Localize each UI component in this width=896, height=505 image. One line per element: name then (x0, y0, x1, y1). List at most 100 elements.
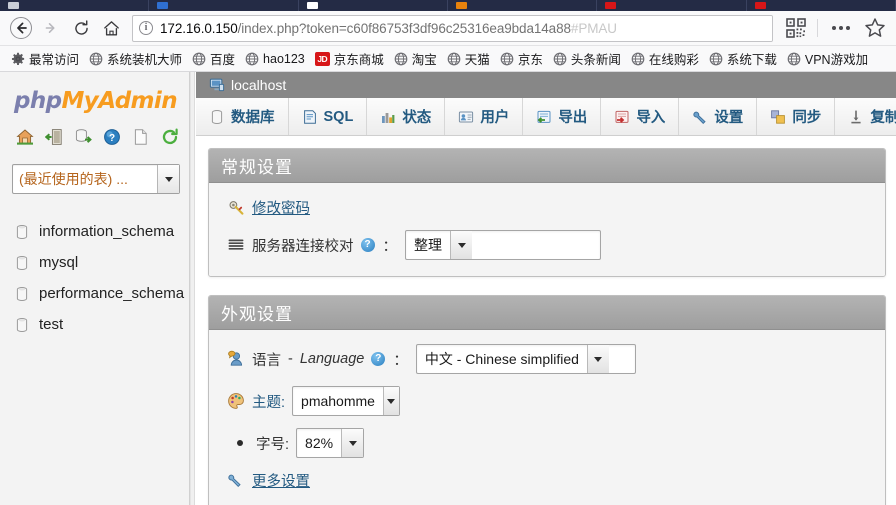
chevron-down-icon[interactable] (382, 387, 400, 415)
home-icon[interactable] (16, 128, 34, 146)
browser-tabstrip[interactable] (0, 0, 896, 11)
tab-label: 导出 (558, 110, 588, 126)
bookmark-item-jd-mall[interactable]: JD 京东商城 (310, 48, 389, 70)
bookmarks-bar: 最常访问 系统装机大师 百度 hao123 JD 京东商城 淘宝 天猫 京东 头… (0, 46, 896, 72)
logout-icon[interactable] (45, 128, 63, 146)
recent-tables-wrap: (最近使用的表) ... (0, 146, 189, 194)
tab-status[interactable]: 状态 (367, 98, 446, 135)
back-button[interactable] (6, 14, 36, 42)
tab-label: 状态 (402, 110, 432, 126)
qr-code-icon (786, 18, 806, 38)
tab-import[interactable]: 导入 (601, 98, 680, 135)
row-change-password[interactable]: 修改密码 (227, 197, 885, 218)
tab-replication[interactable]: 复制 (835, 98, 896, 135)
tab-sql[interactable]: SQL (288, 98, 368, 135)
pma-sidebar: phpMyAdmin ? (最近使用的表) ... information_sc… (0, 72, 190, 505)
globe-icon (447, 52, 461, 65)
browser-tab[interactable] (747, 0, 896, 11)
collation-label: 服务器连接校对 (252, 238, 354, 255)
server-monitor-icon (209, 78, 225, 92)
bookmark-label: 系统下载 (726, 53, 777, 67)
change-password-link[interactable]: 修改密码 (252, 197, 310, 218)
bookmark-item-toutiao[interactable]: 头条新闻 (548, 48, 626, 70)
documentation-icon[interactable] (132, 128, 150, 146)
globe-icon (192, 52, 206, 65)
theme-select[interactable]: pmahomme (292, 386, 401, 416)
tab-databases[interactable]: 数据库 (196, 98, 289, 135)
bookmark-item-tmall[interactable]: 天猫 (442, 48, 495, 70)
help-icon[interactable]: ? (103, 128, 121, 146)
tab-label: 导入 (636, 110, 666, 126)
reload-icon[interactable] (161, 128, 179, 146)
home-button[interactable] (96, 14, 126, 42)
browser-tab[interactable] (448, 0, 598, 11)
tab-export[interactable]: 导出 (523, 98, 602, 135)
bookmark-item-lottery[interactable]: 在线购彩 (626, 48, 704, 70)
language-label: 语言 (252, 352, 281, 369)
tab-favicon (754, 2, 766, 9)
browser-menu-button[interactable] (824, 26, 858, 30)
browser-navbar: i 172.16.0.150/index.php?token=c60f86753… (0, 11, 896, 46)
bookmark-item-most-visited[interactable]: 最常访问 (6, 48, 84, 70)
database-name: test (39, 316, 64, 333)
bookmark-label: 京东商城 (333, 53, 384, 67)
pma-logo[interactable]: phpMyAdmin (0, 72, 189, 118)
reload-button[interactable] (66, 14, 96, 42)
row-font-size: 字号: 82% (227, 428, 885, 458)
bookmark-button[interactable] (860, 14, 890, 42)
main-scrollbar[interactable] (191, 72, 195, 505)
font-size-select[interactable]: 82% (296, 428, 365, 458)
recent-tables-select[interactable]: (最近使用的表) ... (12, 164, 180, 194)
theme-label: 主题: (252, 394, 286, 411)
database-name: mysql (39, 254, 79, 271)
qr-code-button[interactable] (781, 14, 811, 42)
bookmark-item-system-download[interactable]: 系统下载 (704, 48, 782, 70)
browser-tab[interactable] (149, 0, 299, 11)
help-icon[interactable]: ? (371, 352, 386, 366)
collation-select[interactable]: 整理 (405, 230, 601, 260)
panel-header: 外观设置 (209, 296, 885, 330)
bookmark-item-vpn[interactable]: VPN游戏加 (782, 48, 873, 70)
chevron-down-icon[interactable] (450, 231, 472, 259)
bookmark-item-system-master[interactable]: 系统装机大师 (84, 48, 187, 70)
database-item-mysql[interactable]: mysql (10, 247, 189, 278)
browser-tab[interactable] (299, 0, 448, 11)
row-theme: 主题: pmahomme (227, 386, 885, 416)
database-item-performance-schema[interactable]: performance_schema (10, 278, 189, 309)
url-fragment: #PMAU (570, 20, 617, 36)
bookmark-item-baidu[interactable]: 百度 (187, 48, 240, 70)
caret-shape (457, 242, 466, 248)
bookmark-item-jd[interactable]: 京东 (495, 48, 548, 70)
database-name: performance_schema (39, 285, 185, 302)
chevron-down-icon[interactable] (157, 165, 179, 193)
bullet-icon (237, 440, 243, 446)
bookmark-item-taobao[interactable]: 淘宝 (389, 48, 442, 70)
tab-favicon (306, 2, 318, 9)
database-item-test[interactable]: test (10, 309, 189, 340)
browser-tab[interactable] (0, 0, 150, 11)
theme-value: pmahomme (301, 393, 375, 409)
tab-users[interactable]: 用户 (445, 98, 524, 135)
server-name: localhost (231, 77, 287, 93)
collation-colon: ： (382, 238, 398, 255)
tab-sync[interactable]: 同步 (757, 98, 836, 135)
chevron-down-icon[interactable] (341, 429, 364, 457)
caret-shape (348, 440, 357, 446)
address-bar[interactable]: i 172.16.0.150/index.php?token=c60f86753… (132, 14, 773, 42)
more-settings-link[interactable]: 更多设置 (252, 470, 310, 491)
row-more-settings[interactable]: 更多设置 (227, 470, 885, 491)
main-inner: localhost 数据库 SQL 状态 用户 导出 导入 设置 同步 复 常规… (191, 72, 896, 505)
language-select[interactable]: 中文 - Chinese simplified (415, 344, 636, 374)
help-icon[interactable]: ? (360, 238, 375, 252)
navbar-divider (817, 19, 818, 37)
database-export-icon[interactable] (74, 128, 92, 146)
bookmark-label: 京东 (517, 53, 543, 67)
chevron-down-icon[interactable] (586, 345, 609, 373)
panel-general-settings: 常规设置 修改密码 服务器连接校对 ? ： 整理 (208, 148, 886, 277)
tab-settings[interactable]: 设置 (679, 98, 758, 135)
sql-document-icon (303, 109, 316, 124)
database-item-information-schema[interactable]: information_schema (10, 216, 189, 247)
browser-tab[interactable] (597, 0, 747, 11)
info-icon[interactable]: i (139, 21, 153, 35)
bookmark-item-hao123[interactable]: hao123 (240, 48, 310, 70)
